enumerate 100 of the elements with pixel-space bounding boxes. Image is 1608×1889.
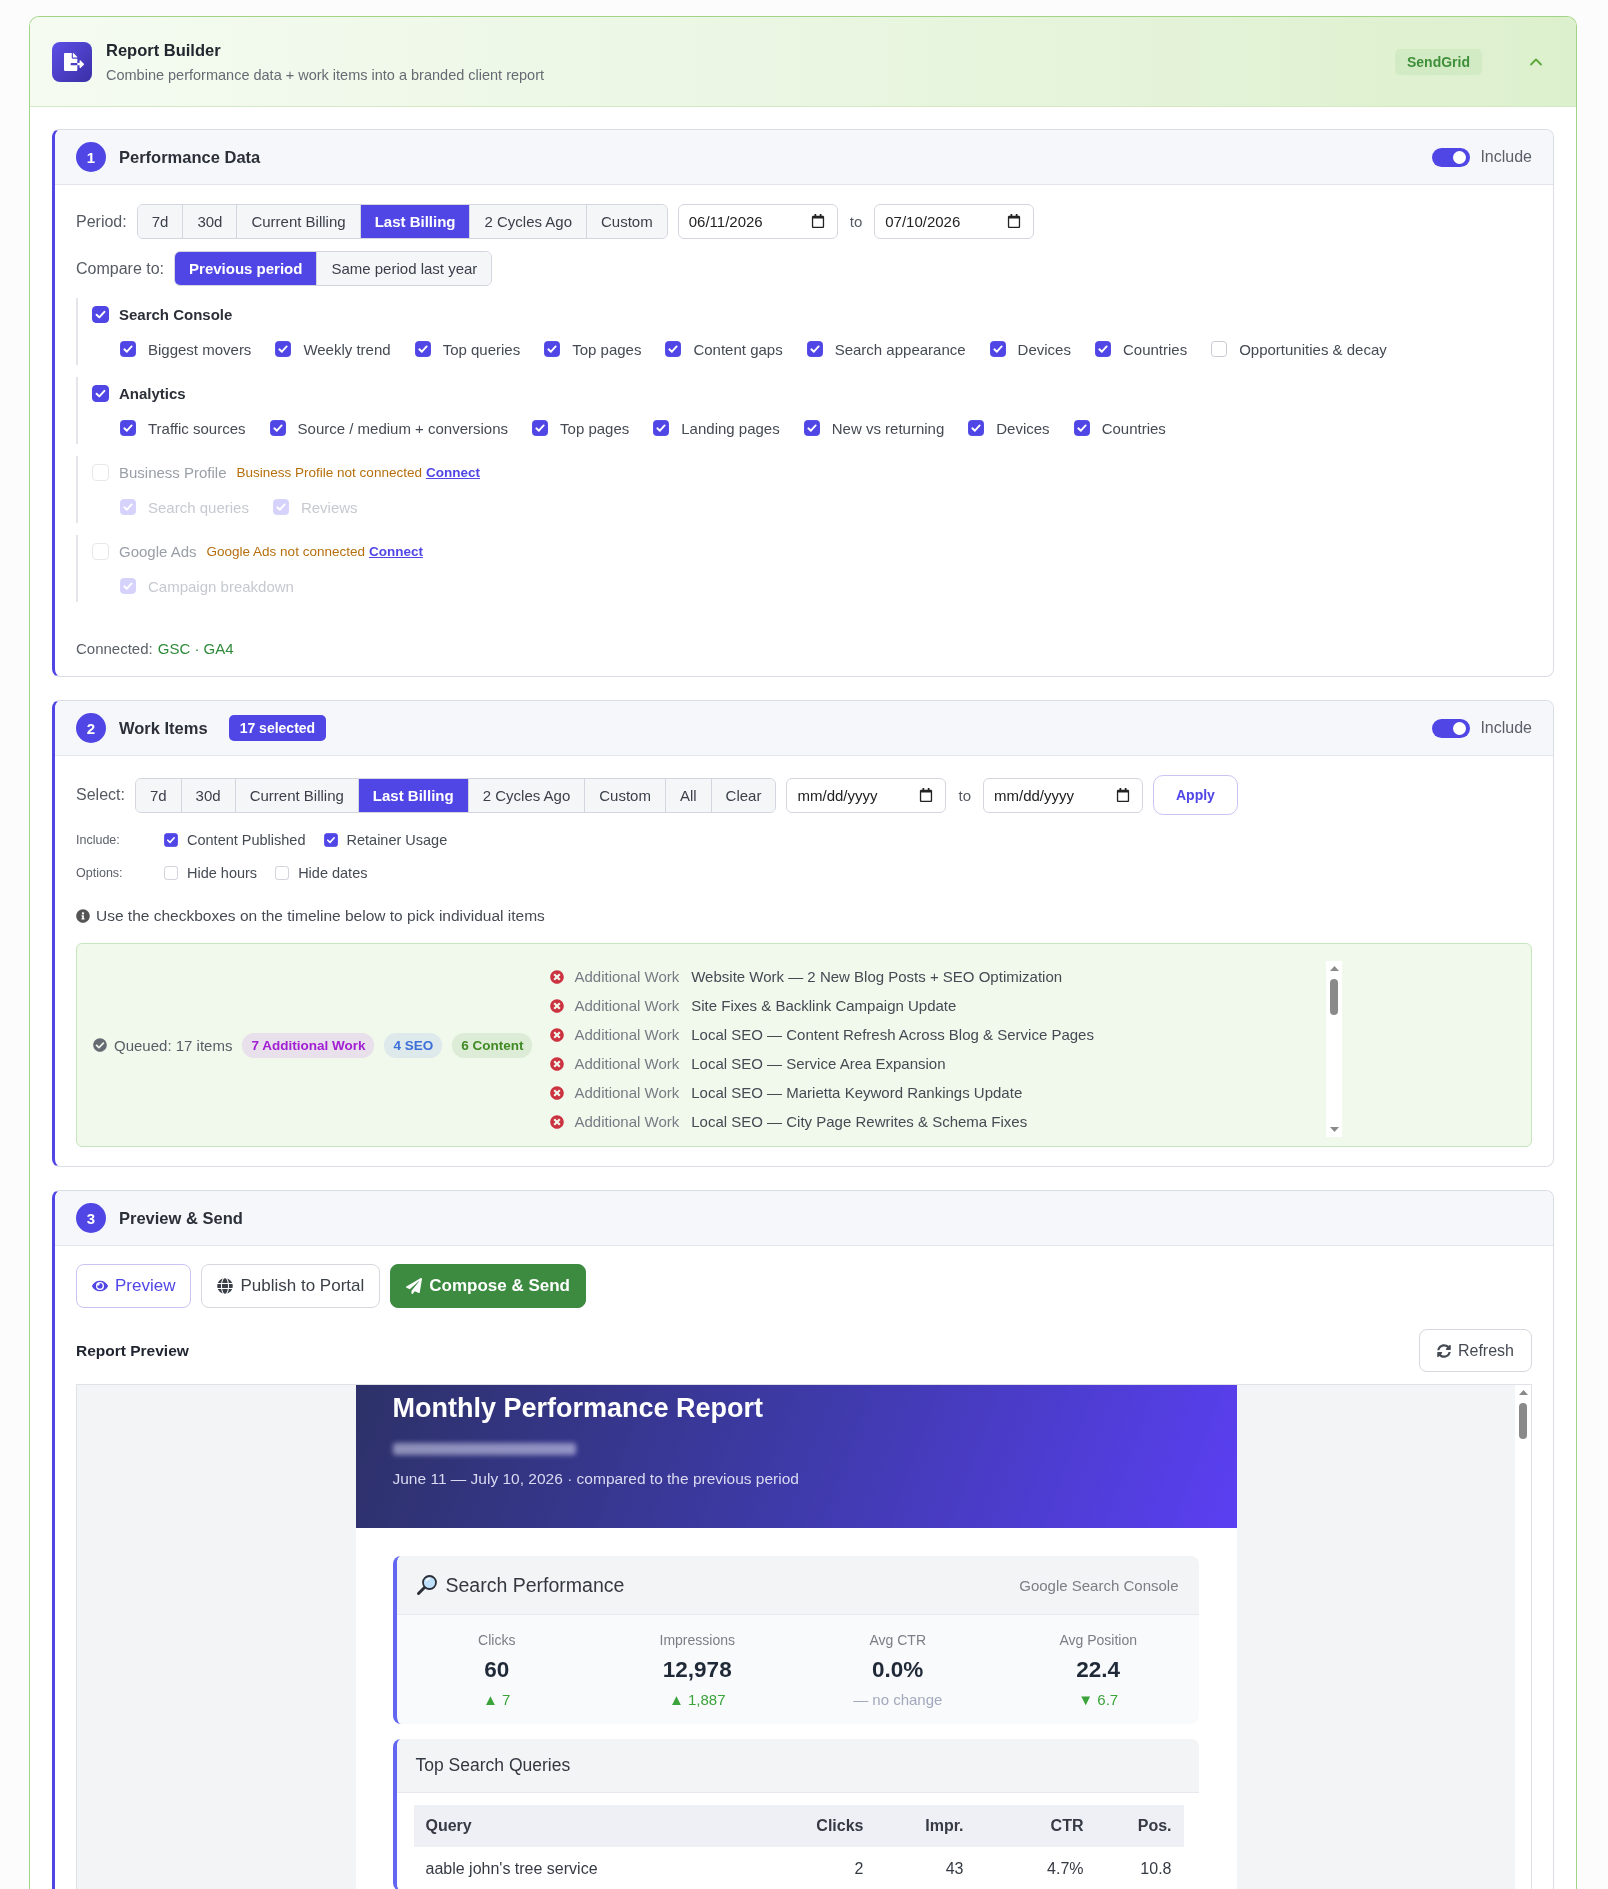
calendar-icon[interactable] (1007, 214, 1022, 228)
checkbox[interactable] (1094, 341, 1111, 357)
step-number: 2 (76, 713, 106, 743)
date-field[interactable]: 06/11/2026 (677, 204, 838, 239)
step-number: 1 (76, 142, 106, 172)
connected-label: Connected: (76, 640, 153, 657)
item-type: Additional Work (574, 1113, 680, 1130)
segment-option[interactable]: Last Billing (357, 778, 468, 812)
category-tag: 4 SEO (384, 1032, 443, 1058)
table-header-cell: Impr. (875, 1805, 976, 1847)
period-label: Period: (76, 212, 127, 231)
checkbox[interactable] (164, 866, 178, 880)
checkbox-label: Countries (1122, 340, 1188, 358)
checkbox-label: Search queries (148, 498, 249, 516)
checkbox-label: Retainer Usage (346, 832, 448, 848)
checkbox-label: Countries (1101, 419, 1166, 437)
table-cell: 43 (875, 1847, 976, 1889)
action-button[interactable]: Publish to Portal (201, 1264, 381, 1308)
item-type: Additional Work (574, 1026, 680, 1043)
scroll-down-icon[interactable] (1329, 1127, 1339, 1132)
checkbox[interactable] (544, 341, 561, 357)
source-title: Google Ads (119, 542, 197, 560)
date-field[interactable]: mm/dd/yyyy (983, 777, 1143, 813)
item-title: Website Work — 2 New Blog Posts + SEO Optimization (691, 968, 1063, 985)
metric-label: Impressions (659, 1632, 735, 1648)
step-number: 3 (76, 1203, 106, 1233)
metric-change: — no change (853, 1691, 943, 1709)
checkbox[interactable] (92, 305, 109, 323)
section-title: Preview & Send (119, 1208, 243, 1228)
card-title: Top Search Queries (415, 1755, 571, 1776)
scrollbar-thumb[interactable] (1330, 979, 1339, 1015)
checkbox[interactable] (275, 866, 290, 880)
preview-label: Report Preview (76, 1341, 189, 1360)
checkbox-label: Opportunities & decay (1239, 340, 1387, 358)
segment-option[interactable]: Clear (710, 778, 776, 812)
table-header-cell: Pos. (1095, 1805, 1184, 1847)
segment-option[interactable]: Last Billing (359, 205, 470, 238)
item-type: Additional Work (574, 968, 680, 985)
segment-option[interactable]: Custom (586, 205, 667, 238)
refresh-button[interactable]: Refresh (1418, 1329, 1532, 1372)
include-toggle[interactable] (1432, 718, 1471, 738)
metric-value: 0.0% (872, 1656, 924, 1684)
select-label: Select: (76, 786, 125, 804)
checkbox[interactable] (968, 420, 985, 436)
connected-sources: GSC · GA4 (157, 640, 234, 657)
checkbox[interactable] (269, 420, 286, 436)
checkbox[interactable] (120, 420, 136, 436)
table-header-cell: Clicks (765, 1805, 876, 1847)
segment-option[interactable]: Previous period (175, 252, 317, 285)
checkbox[interactable] (989, 341, 1006, 357)
category-tag: 7 Additional Work (242, 1032, 375, 1058)
action-button[interactable]: Preview (76, 1264, 192, 1308)
checkbox[interactable] (414, 341, 431, 357)
panel-subtitle: Combine performance data + work items into a branded client report (106, 66, 545, 83)
calendar-icon[interactable] (919, 787, 934, 802)
checkbox-label: Campaign breakdown (148, 577, 294, 595)
checkbox[interactable] (803, 420, 820, 436)
checkbox-label: Biggest movers (148, 340, 252, 358)
checkbox[interactable] (92, 384, 109, 402)
metric-value: 22.4 (1076, 1656, 1121, 1684)
scroll-up-icon[interactable] (1518, 1390, 1528, 1395)
date-field[interactable]: 07/10/2026 (874, 204, 1035, 239)
checkbox-label: Devices (1017, 340, 1071, 358)
action-button[interactable]: Compose & Send (390, 1264, 586, 1308)
calendar-icon[interactable] (810, 214, 825, 228)
checkbox[interactable] (665, 341, 682, 357)
checkbox-label: Hide hours (187, 865, 258, 881)
table-cell: 2 (765, 1847, 876, 1889)
checkbox[interactable] (653, 420, 670, 436)
report-title: Monthly Performance Report (392, 1392, 764, 1424)
checkbox[interactable] (806, 341, 823, 357)
include-label: Include (1480, 148, 1532, 166)
card-title: Search Performance (445, 1573, 625, 1597)
source-title: Search Console (119, 305, 233, 323)
checkbox[interactable] (1211, 341, 1228, 357)
scrollbar-thumb[interactable] (1519, 1403, 1527, 1439)
metric-change: ▲ 1,887 (668, 1691, 726, 1709)
option-group-label: Include: (76, 833, 121, 847)
item-type: Additional Work (574, 1084, 680, 1101)
apply-button[interactable]: Apply (1153, 775, 1238, 815)
checkbox[interactable] (323, 833, 338, 847)
checkbox[interactable] (1073, 420, 1090, 436)
date-field[interactable]: mm/dd/yyyy (786, 777, 947, 813)
metric-label: Avg Position (1059, 1632, 1138, 1648)
table-header-cell: CTR (975, 1805, 1096, 1847)
include-toggle[interactable] (1432, 147, 1471, 167)
checkbox[interactable] (164, 833, 178, 847)
table-cell: aable john's tree service (413, 1847, 766, 1889)
checkbox[interactable] (532, 420, 549, 436)
checkbox-label: Traffic sources (148, 419, 246, 437)
checkbox-label: Top pages (560, 419, 630, 437)
checkbox[interactable] (120, 341, 136, 357)
metric-value: 12,978 (662, 1656, 732, 1684)
checkbox[interactable] (275, 341, 292, 357)
segment-option[interactable]: Same period last year (316, 252, 492, 285)
compare-label: Compare to: (76, 259, 165, 278)
scroll-up-icon[interactable] (1329, 966, 1339, 971)
calendar-icon[interactable] (1116, 787, 1130, 802)
metric-label: Avg CTR (869, 1632, 926, 1648)
checkbox-label: New vs returning (831, 419, 945, 437)
